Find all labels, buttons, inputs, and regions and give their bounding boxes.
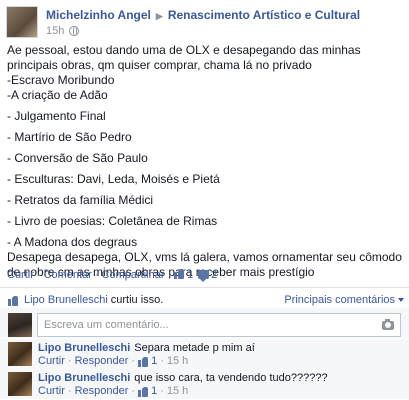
comment-text: Separa metade p mim aí (134, 342, 255, 354)
comment-bubble-icon (198, 269, 210, 282)
header-line: Michelzinho Angel ▶ Renascimento Artístico… (46, 8, 360, 22)
like-count[interactable]: 1 (174, 268, 193, 281)
group-link[interactable]: Renascimento Artístico e Cultural (168, 8, 360, 22)
comment-button[interactable]: Comentar (44, 269, 92, 281)
arrow-right-icon: ▶ (155, 11, 163, 21)
comment-sort-dropdown[interactable]: Principais comentários (284, 294, 404, 306)
comment-composer (0, 308, 409, 338)
thumbs-up-icon (138, 386, 149, 397)
commenter-avatar[interactable] (8, 372, 32, 396)
separator: · (160, 355, 164, 367)
post-text-line: - Retratos da família Médici (7, 193, 154, 207)
comment-text: que isso cara, ta vendendo tudo?????? (134, 372, 328, 384)
comment-sort-label: Principais comentários (284, 294, 395, 306)
comment-like-button[interactable]: Curtir (38, 355, 65, 367)
comment-content: Lipo Brunelleschi que isso cara, ta vende… (38, 372, 328, 384)
user-avatar (8, 313, 32, 337)
separator: · (160, 385, 164, 397)
camera-icon[interactable] (382, 319, 394, 330)
comment-content: Lipo Brunelleschi Separa metade p mim aí (38, 342, 255, 354)
like-button[interactable]: Curtir (7, 269, 34, 281)
separator: · (131, 385, 136, 397)
separator: · (67, 355, 72, 367)
comment-like-count[interactable]: 1 (151, 385, 157, 397)
chevron-down-icon (398, 298, 404, 302)
comment-author[interactable]: Lipo Brunelleschi (38, 342, 130, 354)
post-text-line: - A Madona dos degraus (7, 235, 138, 249)
liker-link[interactable]: Lipo Brunelleschi (24, 294, 108, 306)
separator: · (36, 268, 41, 281)
comment-actions: Curtir · Responder · 1 · 15 h (38, 385, 188, 397)
like-count-value: 1 (187, 269, 194, 281)
comment-reply-button[interactable]: Responder (75, 385, 129, 397)
commenter-avatar[interactable] (8, 342, 32, 366)
post-text-line: - Martírio de São Pedro (7, 130, 132, 144)
thumbs-up-icon (138, 356, 149, 367)
comment-count[interactable]: 2 (198, 268, 218, 282)
post-timestamp[interactable]: 15h (46, 25, 64, 37)
separator: · (94, 268, 99, 281)
comment-timestamp[interactable]: 15 h (167, 385, 188, 397)
post-text-line: - Julgamento Final (7, 109, 106, 123)
thumbs-up-icon (174, 268, 185, 279)
post-header: Michelzinho Angel ▶ Renascimento Artístico… (6, 6, 406, 38)
comment-count-value: 2 (211, 268, 218, 281)
comment-item: Lipo Brunelleschi Separa metade p mim aí … (0, 339, 409, 369)
post-text-line: - Livro de poesias: Coletânea de Rimas (7, 214, 218, 228)
post-body: Ae pessoal, estou dando uma de OLX e des… (7, 43, 405, 280)
likes-text: curtiu isso. (110, 294, 164, 306)
separator: · (131, 355, 136, 367)
comment-input[interactable] (37, 313, 401, 337)
post-meta: 15h (46, 25, 80, 37)
post-text-line: Ae pessoal, estou dando uma de OLX e des… (7, 43, 364, 72)
separator: · (167, 268, 172, 281)
likes-summary: Lipo Brunelleschi curtiu isso. Principai… (8, 294, 404, 306)
divider (0, 287, 409, 288)
share-button[interactable]: Compartilhar (102, 269, 165, 281)
globe-icon (69, 26, 80, 36)
comment-author[interactable]: Lipo Brunelleschi (38, 372, 130, 384)
author-link[interactable]: Michelzinho Angel (46, 8, 151, 22)
post-text-line: -Escravo Moribundo (7, 73, 115, 87)
comment-timestamp[interactable]: 15 h (167, 355, 188, 367)
comment-reply-button[interactable]: Responder (75, 355, 129, 367)
author-avatar[interactable] (6, 6, 38, 38)
post-text-line: -A criação de Adão (7, 88, 108, 102)
comment-like-count[interactable]: 1 (151, 355, 157, 367)
separator: · (67, 385, 72, 397)
post-text-line: - Esculturas: Davi, Leda, Moisés e Pietá (7, 172, 220, 186)
thumbs-up-icon (8, 295, 19, 306)
comment-actions: Curtir · Responder · 1 · 15 h (38, 355, 188, 367)
post-actions: Curtir · Comentar · Compartilhar · 1 2 (7, 268, 218, 282)
post-text-line: - Conversão de São Paulo (7, 151, 148, 165)
comment-like-button[interactable]: Curtir (38, 385, 65, 397)
comment-item: Lipo Brunelleschi que isso cara, ta vende… (0, 369, 409, 399)
